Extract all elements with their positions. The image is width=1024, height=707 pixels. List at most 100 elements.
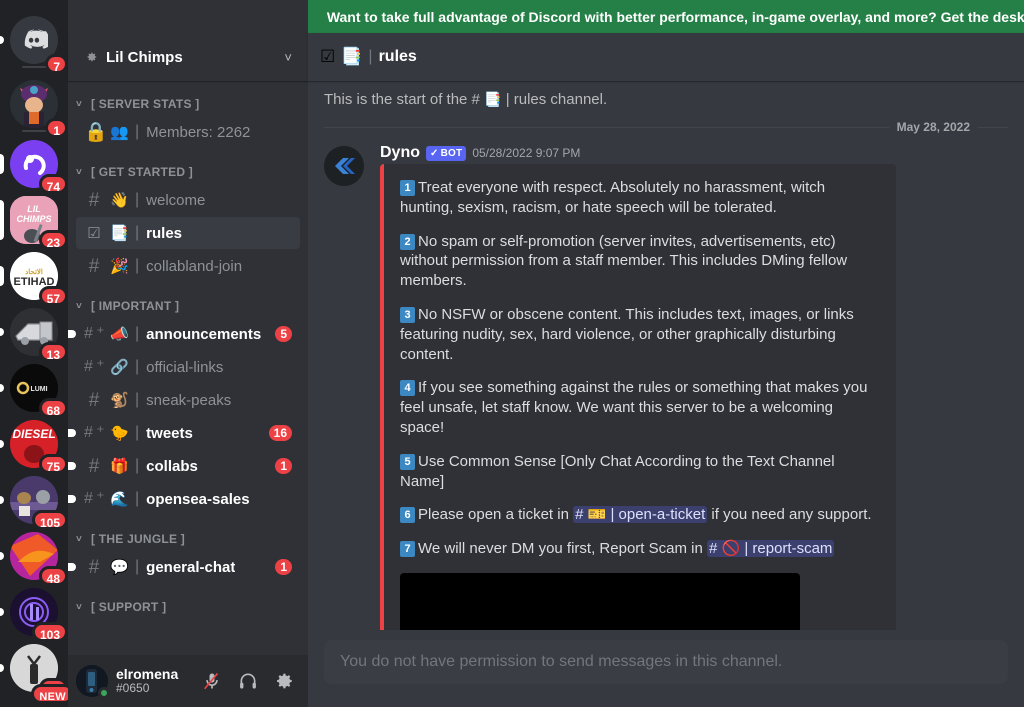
- headphones-icon[interactable]: [232, 665, 264, 697]
- server-item-roblox-avatar-server[interactable]: 1: [0, 72, 68, 138]
- megaphone-emoji: 📣: [110, 326, 129, 343]
- chevron-down-icon: ˅: [76, 601, 83, 613]
- server-badge: 57: [38, 286, 68, 306]
- promo-text: Want to take full advantage of Discord w…: [326, 8, 1024, 25]
- microphone-muted-icon[interactable]: [196, 665, 228, 697]
- bird-emoji: 🐤: [110, 425, 129, 442]
- unread-pill: [0, 36, 4, 44]
- category-label: [ IMPORTANT ]: [91, 299, 180, 313]
- unread-badge: 1: [275, 559, 292, 575]
- channel-list[interactable]: ˅ [ SERVER STATS ] 🔒 👥 | Members: 2262 ˅…: [68, 81, 308, 655]
- sidebar-item-general-chat[interactable]: # 💬 | general-chat 1: [68, 551, 300, 583]
- server-header[interactable]: Lil Chimps ˅: [68, 33, 308, 81]
- people-emoji: 👥: [110, 124, 129, 141]
- unread-pill: [0, 154, 4, 174]
- hash-icon: #: [88, 389, 100, 411]
- lock-icon: 🔒: [84, 121, 108, 143]
- rule-number: 2: [400, 233, 415, 250]
- channel-mention-open-a-ticket[interactable]: # 🎫 | open-a-ticket: [573, 506, 708, 524]
- unread-pill: [0, 608, 4, 616]
- sidebar-item-tweets[interactable]: # ⁺ 🐤 | tweets 16: [68, 417, 300, 449]
- server-item-white-figure-server[interactable]: 30 NEW: [0, 640, 68, 704]
- sidebar-item-label: sneak-peaks: [146, 391, 232, 409]
- server-item-orange-swoosh-server[interactable]: 48: [0, 528, 68, 586]
- rules-embed: 1 Treat everyone with respect. Absolutely…: [380, 164, 896, 647]
- sidebar-item-official-links[interactable]: # ⁺ 🔗 | official-links: [76, 351, 300, 383]
- separator: |: [368, 48, 373, 65]
- category-important[interactable]: ˅ [ IMPORTANT ]: [68, 283, 308, 317]
- svg-text:الاتحاد: الاتحاد: [25, 268, 43, 276]
- separator: |: [135, 358, 140, 375]
- channel-header: ☑ 📑 | rules: [308, 33, 1024, 81]
- message-timestamp: 05/28/2022 9:07 PM: [472, 146, 581, 160]
- unread-pill: [0, 664, 4, 672]
- avatar[interactable]: [324, 146, 364, 186]
- unread-pill: [0, 266, 4, 286]
- server-badge: 1: [45, 118, 68, 138]
- link-emoji: 🔗: [110, 359, 129, 376]
- svg-text:LIL: LIL: [27, 204, 41, 214]
- unread-badge: 16: [268, 425, 292, 441]
- sidebar-item-label: announcements: [146, 325, 262, 343]
- sidebar-item-rules[interactable]: ☑ 📑 | rules: [76, 217, 300, 249]
- separator: |: [135, 224, 140, 241]
- server-name: Lil Chimps: [106, 48, 183, 66]
- unread-pill: [0, 440, 4, 448]
- rule-item: 2 No spam or self-promotion (server invit…: [400, 232, 880, 291]
- channel-mention-report-scam[interactable]: # 🚫 | report-scam: [706, 540, 835, 558]
- message-input-disabled: You do not have permission to send messa…: [324, 640, 1008, 684]
- category-label: [ SERVER STATS ]: [91, 97, 200, 111]
- composer-area: You do not have permission to send messa…: [308, 630, 1024, 707]
- category-support[interactable]: ˅ [ SUPPORT ]: [68, 584, 308, 618]
- rule-text: if you need any support.: [707, 506, 872, 524]
- rule-item: 5 Use Common Sense [Only Chat According t…: [400, 452, 880, 492]
- sidebar-item-label: collabs: [146, 457, 198, 475]
- user-info[interactable]: elromena #0650: [116, 667, 188, 696]
- message-author[interactable]: Dyno: [380, 144, 420, 162]
- gear-icon: [87, 52, 97, 62]
- chevron-down-icon: ˅: [76, 166, 83, 178]
- svg-text:CHIMPS: CHIMPS: [16, 214, 51, 224]
- hash-announce-icon: # ⁺: [84, 358, 105, 375]
- sidebar-item-sneak-peaks[interactable]: # 🐒 | sneak-peaks: [76, 384, 300, 416]
- rule-text: If you see something against the rules o…: [400, 379, 868, 436]
- server-item-lil-chimps-server[interactable]: LIL CHIMPS 23: [0, 192, 68, 250]
- server-item-purple-server[interactable]: 74: [0, 136, 68, 194]
- sidebar-item-opensea-sales[interactable]: # ⁺ 🌊 | opensea-sales: [68, 483, 300, 515]
- unread-badge: 5: [275, 326, 292, 342]
- sidebar-item-collabs[interactable]: # 🎁 | collabs 1: [68, 450, 300, 482]
- category-the-jungle[interactable]: ˅ [ THE JUNGLE ]: [68, 516, 308, 550]
- sidebar-item-announcements[interactable]: # ⁺ 📣 | announcements 5: [68, 318, 300, 350]
- rule-number: 1: [400, 180, 415, 196]
- desktop-app-promo-banner[interactable]: Want to take full advantage of Discord w…: [308, 0, 1024, 33]
- server-item-purple-radio-server[interactable]: 103: [0, 584, 68, 642]
- sidebar-item-members-count[interactable]: 🔒 👥 | Members: 2262: [76, 116, 300, 148]
- rule-number: 4: [400, 380, 415, 397]
- start-text-b: | rules channel.: [505, 91, 608, 108]
- server-item-diesel-server[interactable]: DIESEL 75: [0, 416, 68, 474]
- message-list[interactable]: This is the start of the # 📑 | rules cha…: [308, 81, 1024, 707]
- separator: |: [135, 325, 140, 342]
- category-server-stats[interactable]: ˅ [ SERVER STATS ]: [68, 97, 308, 115]
- server-item-home-discord[interactable]: 7: [0, 8, 68, 74]
- server-item-cats-server[interactable]: 105: [0, 472, 68, 530]
- message-header: Dyno ✓ BOT 05/28/2022 9:07 PM: [380, 144, 1008, 162]
- discord-app: 7 1 74 LIL CHIMPS 23 الاتحاد ETIHAD 57 1…: [0, 0, 1024, 707]
- server-item-etihad-server[interactable]: الاتحاد ETIHAD 57: [0, 248, 68, 306]
- separator: |: [135, 490, 140, 507]
- chevron-down-icon[interactable]: ˅: [284, 50, 292, 65]
- page-emoji: 📑: [110, 225, 129, 242]
- separator: |: [135, 123, 140, 140]
- bot-label: BOT: [440, 147, 463, 159]
- server-item-truck-server[interactable]: 13: [0, 304, 68, 362]
- server-item-lumishare-server[interactable]: LUMI 68: [0, 360, 68, 418]
- category-get-started[interactable]: ˅ [ GET STARTED ]: [68, 149, 308, 183]
- embed-image[interactable]: [400, 572, 800, 633]
- gear-icon[interactable]: [268, 665, 300, 697]
- category-label: [ SUPPORT ]: [91, 600, 167, 614]
- hash-announce-icon: # ⁺: [84, 424, 105, 441]
- sidebar-item-welcome[interactable]: # 👋 | welcome: [76, 184, 300, 216]
- sidebar-item-collabland-join[interactable]: # 🎉 | collabland-join: [76, 250, 300, 282]
- server-rail[interactable]: 7 1 74 LIL CHIMPS 23 الاتحاد ETIHAD 57 1…: [0, 0, 68, 707]
- avatar[interactable]: [76, 665, 110, 699]
